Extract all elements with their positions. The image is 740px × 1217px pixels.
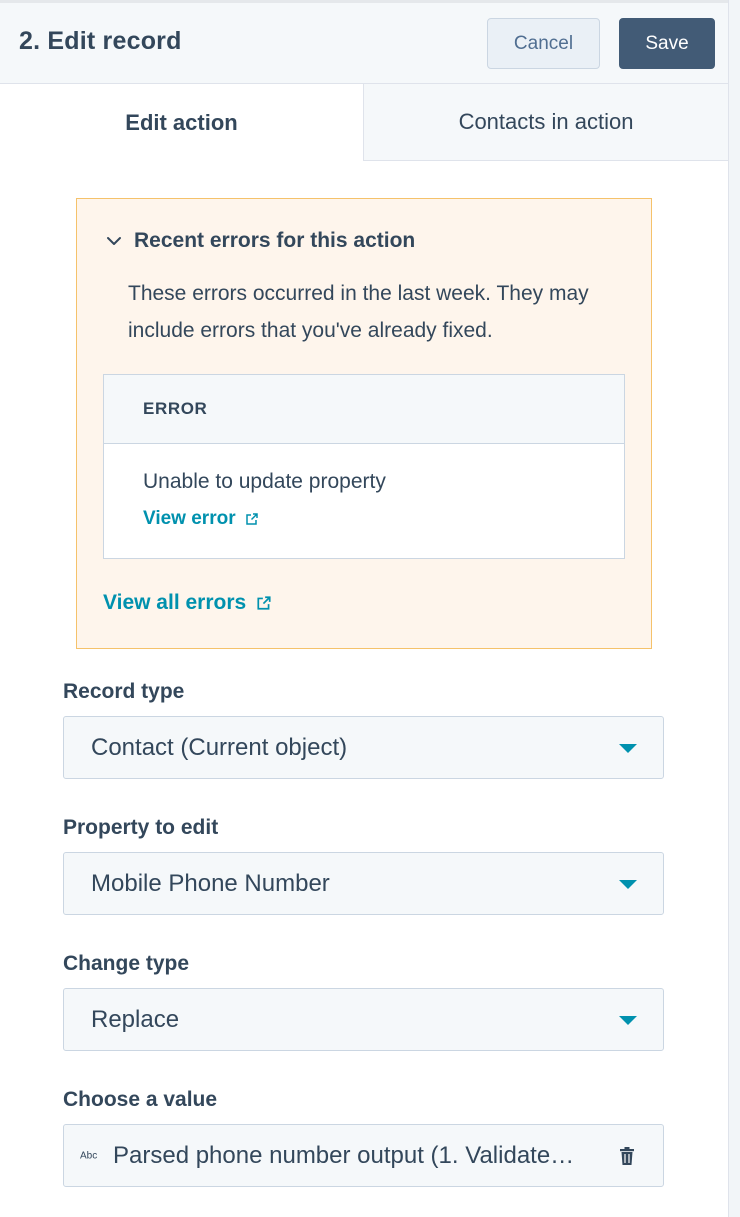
tab-edit-action[interactable]: Edit action [0, 84, 363, 161]
tab-bar: Edit action Contacts in action [0, 84, 728, 161]
recent-errors-toggle[interactable]: Recent errors for this action [104, 229, 415, 253]
record-type-label: Record type [63, 680, 185, 703]
choose-value-label: Choose a value [63, 1088, 218, 1111]
save-button[interactable]: Save [619, 18, 715, 69]
error-message: Unable to update property [143, 470, 386, 493]
cancel-button[interactable]: Cancel [487, 18, 600, 69]
view-all-errors-link[interactable]: View all errors [103, 591, 272, 615]
view-error-link[interactable]: View error [143, 508, 259, 530]
property-to-edit-label: Property to edit [63, 816, 219, 839]
panel-scroll-edge [728, 0, 740, 1217]
chosen-value-text: Parsed phone number output (1. Validate… [113, 1141, 575, 1169]
tab-contacts-in-action[interactable]: Contacts in action [363, 84, 728, 161]
caret-down-icon [619, 743, 637, 753]
change-type-label: Change type [63, 952, 190, 975]
caret-down-icon [619, 1015, 637, 1025]
view-error-label: View error [143, 508, 236, 529]
record-type-select[interactable]: Contact (Current object) [63, 716, 664, 779]
recent-errors-alert: Recent errors for this action These erro… [76, 198, 652, 649]
text-type-icon: Abc [80, 1150, 98, 1161]
recent-errors-title: Recent errors for this action [134, 229, 416, 252]
chevron-down-icon [107, 237, 121, 245]
property-to-edit-select[interactable]: Mobile Phone Number [63, 852, 664, 915]
external-link-icon [245, 513, 258, 525]
panel-title: 2. Edit record [19, 27, 182, 55]
caret-down-icon [619, 879, 637, 889]
trash-icon[interactable] [619, 1146, 635, 1166]
panel-header: 2. Edit record Cancel Save [0, 0, 728, 84]
external-link-icon [257, 596, 271, 610]
change-type-value: Replace [91, 1005, 180, 1033]
view-all-errors-label: View all errors [103, 591, 247, 614]
choose-value-field[interactable]: Abc Parsed phone number output (1. Valid… [63, 1124, 664, 1187]
error-column-header: ERROR [104, 375, 624, 444]
record-type-value: Contact (Current object) [91, 733, 348, 761]
error-table: ERROR Unable to update property View err… [103, 374, 625, 559]
edit-record-panel: 2. Edit record Cancel Save Edit action C… [0, 0, 728, 1217]
property-to-edit-value: Mobile Phone Number [91, 869, 330, 897]
recent-errors-description: These errors occurred in the last week. … [128, 282, 589, 342]
change-type-select[interactable]: Replace [63, 988, 664, 1051]
